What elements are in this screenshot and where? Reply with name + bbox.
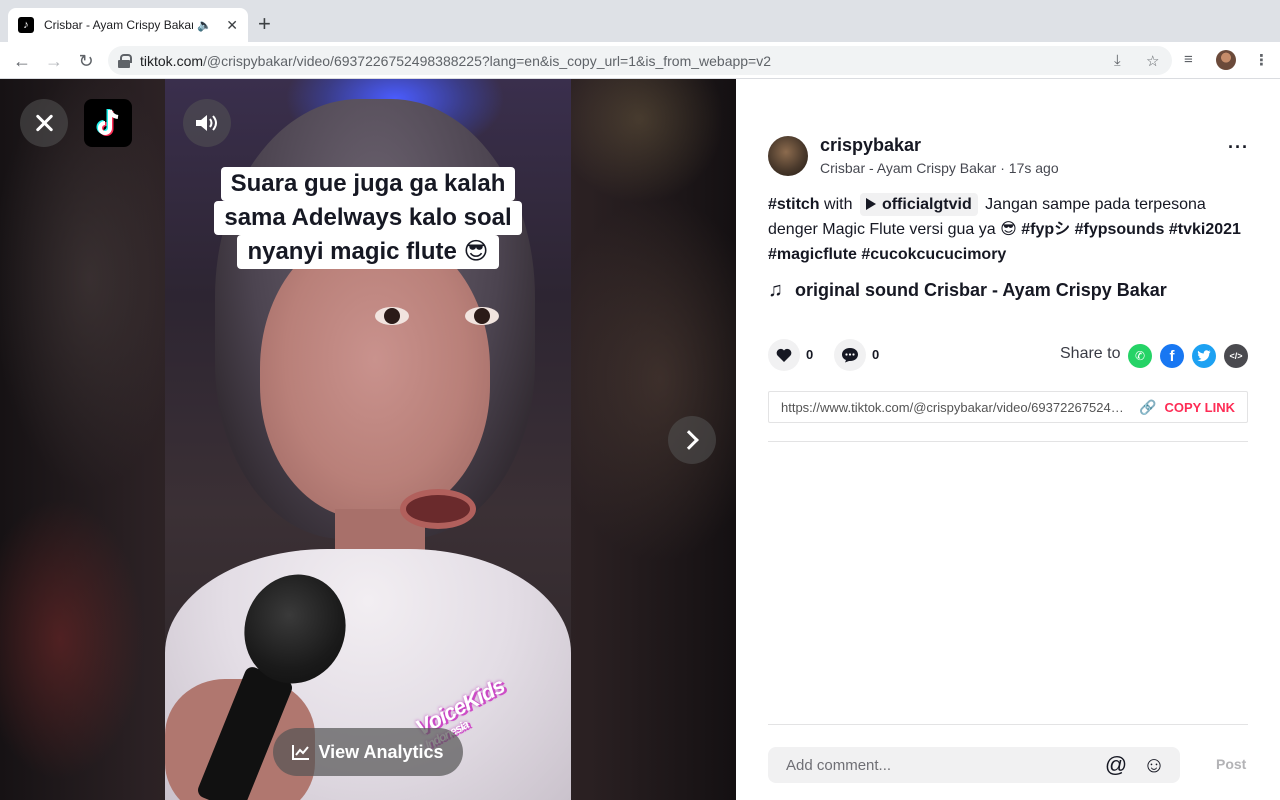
more-options-icon[interactable]: ··· <box>1228 137 1249 158</box>
hashtag-magicflute[interactable]: #magicflute <box>768 246 857 263</box>
video-link-box: https://www.tiktok.com/@crispybakar/vide… <box>768 391 1248 423</box>
bookmark-star-icon[interactable]: ☆ <box>1146 52 1159 70</box>
comment-count: 0 <box>872 347 880 362</box>
view-analytics-button[interactable]: View Analytics <box>273 728 463 776</box>
hashtag-tvki2021[interactable]: #tvki2021 <box>1169 221 1241 238</box>
caption-line-1: Suara gue juga ga kalah <box>220 167 516 201</box>
facebook-share-icon[interactable]: f <box>1160 344 1184 368</box>
next-video-button[interactable] <box>668 416 716 464</box>
browser-menu-icon[interactable]: ⋮ <box>1254 51 1269 69</box>
play-icon <box>865 198 876 210</box>
comment-button[interactable] <box>834 339 866 371</box>
url-domain: tiktok.com <box>140 52 204 69</box>
video-player-area: VoiceKids Indonesia Suara gue juga ga ka… <box>0 79 736 800</box>
view-analytics-label: View Analytics <box>318 741 444 762</box>
back-arrow-icon[interactable]: ← <box>10 49 34 73</box>
url-text: tiktok.com/@crispybakar/video/6937226752… <box>140 53 771 69</box>
video-eye-right <box>465 307 499 325</box>
video-mouth <box>400 489 476 529</box>
desc-with: with <box>824 196 853 213</box>
emoji-icon[interactable]: ☺ <box>1142 752 1166 777</box>
mention-at-icon[interactable]: @ <box>1104 752 1128 777</box>
tiktok-favicon-icon: ♪ <box>18 17 34 33</box>
stitched-video-chip[interactable]: officialgtvid <box>859 193 978 216</box>
forward-arrow-icon[interactable]: → <box>42 49 66 73</box>
post-comment-button[interactable]: Post <box>1216 756 1246 772</box>
like-count: 0 <box>806 347 814 362</box>
author-subline: Crisbar - Ayam Crispy Bakar · 17s ago <box>820 160 1059 176</box>
hashtag-fyp[interactable]: #fypシ <box>1021 221 1070 238</box>
address-bar[interactable]: tiktok.com/@crispybakar/video/6937226752… <box>108 46 1172 75</box>
copy-link-label: COPY LINK <box>1164 399 1235 415</box>
video-details-panel: crispybakar Crisbar - Ayam Crispy Bakar … <box>736 79 1280 800</box>
music-note-icon: ♫ <box>768 279 783 301</box>
volume-icon <box>196 115 217 131</box>
comment-input[interactable]: Add comment... @ ☺ <box>768 747 1180 783</box>
twitter-share-icon[interactable] <box>1192 344 1216 368</box>
video-description: #stitch with officialgtvid Jangan sampe … <box>768 192 1258 267</box>
comment-divider <box>768 724 1248 725</box>
hashtag-stitch[interactable]: #stitch <box>768 196 820 213</box>
video-face <box>260 229 490 519</box>
profile-avatar[interactable] <box>1216 50 1236 70</box>
share-to-label: Share to <box>1060 345 1121 362</box>
chevron-right-icon <box>679 430 699 450</box>
url-path: /@crispybakar/video/6937226752498388225?… <box>203 52 772 69</box>
video-eye-left <box>375 307 409 325</box>
install-app-icon[interactable]: ⤓ <box>1114 52 1121 69</box>
close-icon <box>34 113 54 133</box>
video-caption: Suara gue juga ga kalah sama Adelways ka… <box>209 167 527 269</box>
tiktok-logo-icon[interactable] <box>84 99 132 147</box>
video-frame[interactable]: VoiceKids Indonesia Suara gue juga ga ka… <box>165 79 571 800</box>
subline-separator: · <box>1000 160 1005 176</box>
video-link-url[interactable]: https://www.tiktok.com/@crispybakar/vide… <box>781 400 1127 415</box>
browser-toolbar: ← → ↻ tiktok.com/@crispybakar/video/6937… <box>0 42 1280 79</box>
action-row: 0 0 Share to ✆ f </> <box>768 339 1248 373</box>
heart-icon <box>776 348 792 362</box>
whatsapp-share-icon[interactable]: ✆ <box>1128 344 1152 368</box>
tab-close-icon[interactable]: ✕ <box>226 17 238 34</box>
lock-icon <box>118 53 132 68</box>
hashtag-cucokcucucimory[interactable]: #cucokcucucimory <box>861 246 1006 263</box>
comment-bubble-icon <box>842 348 858 363</box>
media-control-icon[interactable]: ≡ <box>1184 51 1193 68</box>
stitched-user-label: officialgtvid <box>881 196 972 213</box>
music-title: original sound Crisbar - Ayam Crispy Bak… <box>795 280 1167 300</box>
link-chain-icon: 🔗 <box>1139 398 1157 415</box>
caption-line-3: nyanyi magic flute 😎 <box>237 235 499 269</box>
details-divider <box>768 441 1248 442</box>
browser-tab-strip: ♪ Crisbar - Ayam Crispy Bakar 🔈 ✕ + <box>0 0 1280 42</box>
reload-icon[interactable]: ↻ <box>74 49 98 73</box>
browser-tab[interactable]: ♪ Crisbar - Ayam Crispy Bakar 🔈 ✕ <box>8 8 248 42</box>
tab-title: Crisbar - Ayam Crispy Bakar <box>43 18 194 32</box>
copy-link-button[interactable]: 🔗 COPY LINK <box>1139 399 1235 416</box>
comment-placeholder: Add comment... <box>786 756 892 774</box>
like-button[interactable] <box>768 339 800 371</box>
hashtag-fypsounds[interactable]: #fypsounds <box>1075 221 1165 238</box>
volume-button[interactable] <box>183 99 231 147</box>
chart-icon <box>292 745 310 760</box>
new-tab-button[interactable]: + <box>258 12 271 36</box>
author-username[interactable]: crispybakar <box>820 135 921 156</box>
music-link[interactable]: ♫ original sound Crisbar - Ayam Crispy B… <box>768 279 1167 302</box>
caption-line-2: sama Adelways kalo soal <box>214 201 522 235</box>
author-avatar[interactable] <box>768 136 808 176</box>
close-video-button[interactable] <box>20 99 68 147</box>
post-time: 17s ago <box>1008 160 1059 176</box>
author-nickname[interactable]: Crisbar - Ayam Crispy Bakar <box>820 160 996 176</box>
embed-code-icon[interactable]: </> <box>1224 344 1248 368</box>
speaker-icon[interactable]: 🔈 <box>197 18 212 32</box>
